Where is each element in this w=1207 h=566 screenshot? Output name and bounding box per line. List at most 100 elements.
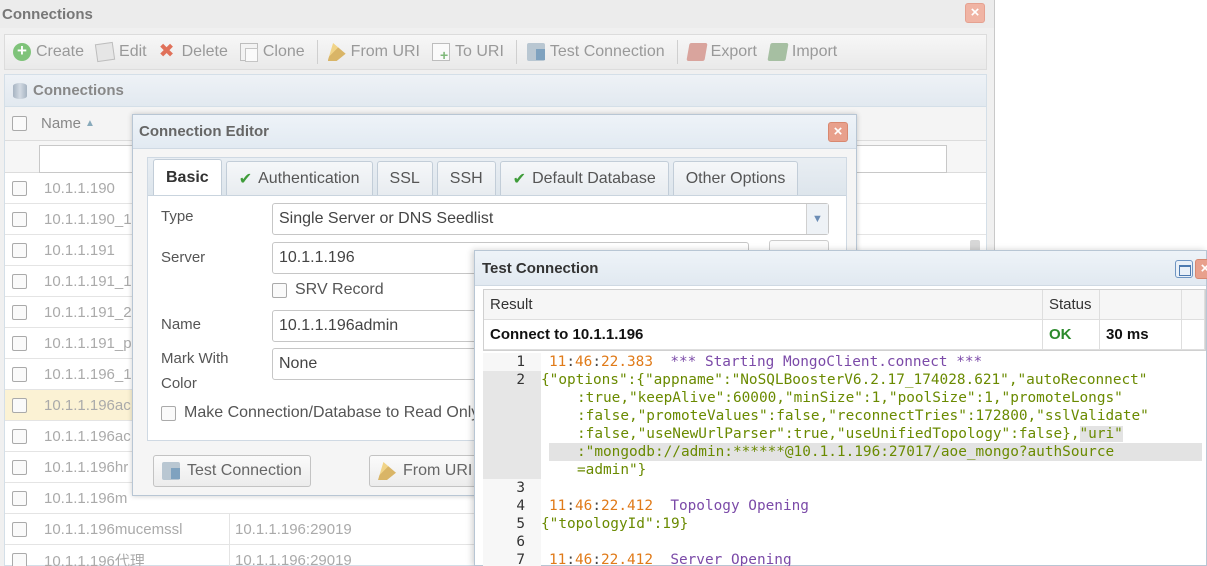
clone-button[interactable]: Clone (239, 43, 305, 62)
database-icon (13, 82, 27, 99)
test-connection-label: Test Connection (187, 462, 302, 479)
to-uri-button[interactable]: To URI (432, 43, 504, 63)
toolbar-divider (676, 40, 678, 64)
test-connection-button[interactable]: Test Connection (526, 43, 665, 61)
log-line: {"options":{"appname":"NoSQLBoosterV6.2.… (541, 372, 1148, 388)
line-number: 6 (516, 534, 525, 550)
connection-name: 10.1.1.191_1 (44, 272, 132, 290)
from-uri-button[interactable]: From URI (327, 43, 420, 61)
log-output[interactable]: 1 2 3 4 5 6 7 11:46:22.383 *** Starting … (483, 353, 1206, 566)
row-checkbox[interactable] (12, 552, 27, 566)
create-button[interactable]: Create (13, 41, 84, 61)
column-name[interactable]: Name (41, 115, 81, 132)
log-line: :false,"promoteValues":false,"reconnectT… (577, 408, 1149, 424)
tab-label: Default Database (532, 169, 656, 187)
panel-title: Connections (33, 82, 124, 99)
export-button[interactable]: Export (686, 43, 757, 61)
srv-record-checkbox[interactable] (272, 282, 287, 298)
log-line: 11:46:22.383 *** Starting MongoClient.co… (549, 354, 983, 370)
sort-ascending-icon: ▲ (85, 118, 95, 129)
document-add-icon (432, 43, 450, 63)
row-checkbox[interactable] (12, 521, 27, 537)
tab-basic[interactable]: Basic (153, 159, 222, 195)
tab-ssl[interactable]: SSL (376, 161, 433, 195)
check-icon: ✔ (238, 170, 253, 188)
mark-color-label: Mark With (161, 350, 229, 367)
connection-name: 10.1.1.196mucemssl (44, 520, 183, 538)
toolbar-divider (316, 40, 318, 64)
log-line-selected: :"mongodb://admin:******@10.1.1.196:2701… (549, 443, 1202, 461)
close-icon[interactable]: × (1195, 259, 1207, 279)
row-checkbox[interactable] (12, 397, 27, 413)
server-value: 10.1.1.196 (279, 249, 355, 266)
tab-label: SSL (389, 169, 420, 187)
wand-icon (327, 43, 346, 61)
read-only-option[interactable]: Make Connection/Database to Read Only (161, 404, 479, 422)
read-only-checkbox[interactable] (161, 405, 176, 421)
row-checkbox[interactable] (12, 335, 27, 351)
type-select[interactable]: Single Server or DNS Seedlist ▼ (272, 203, 829, 235)
log-time-minute: 46 (575, 552, 593, 566)
row-checkbox[interactable] (12, 459, 27, 475)
log-time-hour: 11 (549, 354, 567, 370)
connection-name: 10.1.1.196m (44, 489, 128, 507)
editor-test-connection-button[interactable]: Test Connection (153, 455, 311, 487)
connection-name: 10.1.1.196ac (44, 427, 131, 445)
connection-name: 10.1.1.191_p (44, 334, 132, 352)
result-row[interactable]: Connect to 10.1.1.196 OK 30 ms (484, 320, 1205, 350)
log-line: :false,"useNewUrlParser":true,"useUnifie… (577, 425, 1123, 443)
import-icon (767, 43, 789, 61)
srv-record-option[interactable]: SRV Record (272, 281, 384, 299)
tab-label: Authentication (258, 169, 360, 187)
mark-color-label-2: Color (161, 375, 197, 392)
log-time-second: 22.412 (601, 498, 653, 514)
row-checkbox[interactable] (12, 366, 27, 382)
log-line: 11:46:22.412 Server Opening (549, 552, 792, 566)
import-button[interactable]: Import (767, 43, 838, 61)
line-number: 1 (516, 354, 525, 370)
read-only-label: Make Connection/Database to Read Only (184, 404, 480, 421)
toolbar: Create Edit Delete Clone From URI To URI… (4, 34, 987, 70)
from-uri-label: From URI (403, 462, 473, 479)
tab-label: SSH (449, 169, 483, 187)
time-column-header (1100, 290, 1182, 319)
log-time-minute: 46 (575, 498, 593, 514)
row-checkbox[interactable] (12, 490, 27, 506)
select-all-checkbox[interactable] (12, 116, 27, 131)
type-label: Type (161, 208, 194, 225)
connection-name: 10.1.1.196_1 (44, 365, 132, 383)
result-table: Result Status Connect to 10.1.1.196 OK 3… (483, 289, 1206, 351)
edit-icon (94, 41, 116, 63)
connections-titlebar: Connections (0, 0, 994, 28)
row-checkbox[interactable] (12, 428, 27, 444)
tab-default-database[interactable]: ✔ Default Database (499, 161, 669, 195)
close-icon[interactable]: × (828, 122, 848, 142)
tab-authentication[interactable]: ✔ Authentication (225, 161, 373, 195)
type-value: Single Server or DNS Seedlist (279, 210, 494, 227)
log-message: Topology Opening (670, 498, 809, 514)
maximize-icon[interactable] (1175, 260, 1193, 278)
clone-icon (239, 43, 258, 62)
row-checkbox[interactable] (12, 211, 27, 227)
delete-button[interactable]: Delete (159, 40, 228, 63)
wand-icon (378, 462, 396, 480)
editor-from-uri-button[interactable]: From URI (369, 455, 482, 487)
row-checkbox[interactable] (12, 273, 27, 289)
row-checkbox[interactable] (12, 180, 27, 196)
tab-other-options[interactable]: Other Options (672, 161, 799, 195)
network-icon (526, 43, 545, 61)
import-label: Import (791, 43, 838, 60)
close-icon[interactable]: × (965, 3, 985, 23)
log-time-hour: 11 (549, 552, 567, 566)
status-column-header: Status (1043, 290, 1100, 319)
row-checkbox[interactable] (12, 242, 27, 258)
column-divider (229, 545, 230, 566)
edit-button[interactable]: Edit (94, 41, 147, 63)
mark-color-value: None (279, 355, 318, 372)
row-checkbox[interactable] (12, 304, 27, 320)
delete-icon (159, 40, 177, 63)
extra-cell (1182, 320, 1205, 349)
tab-ssh[interactable]: SSH (436, 161, 496, 195)
test-connection-dialog: Test Connection × Result Status Connect … (474, 250, 1207, 566)
connection-name: 10.1.1.196代理 (44, 552, 145, 566)
